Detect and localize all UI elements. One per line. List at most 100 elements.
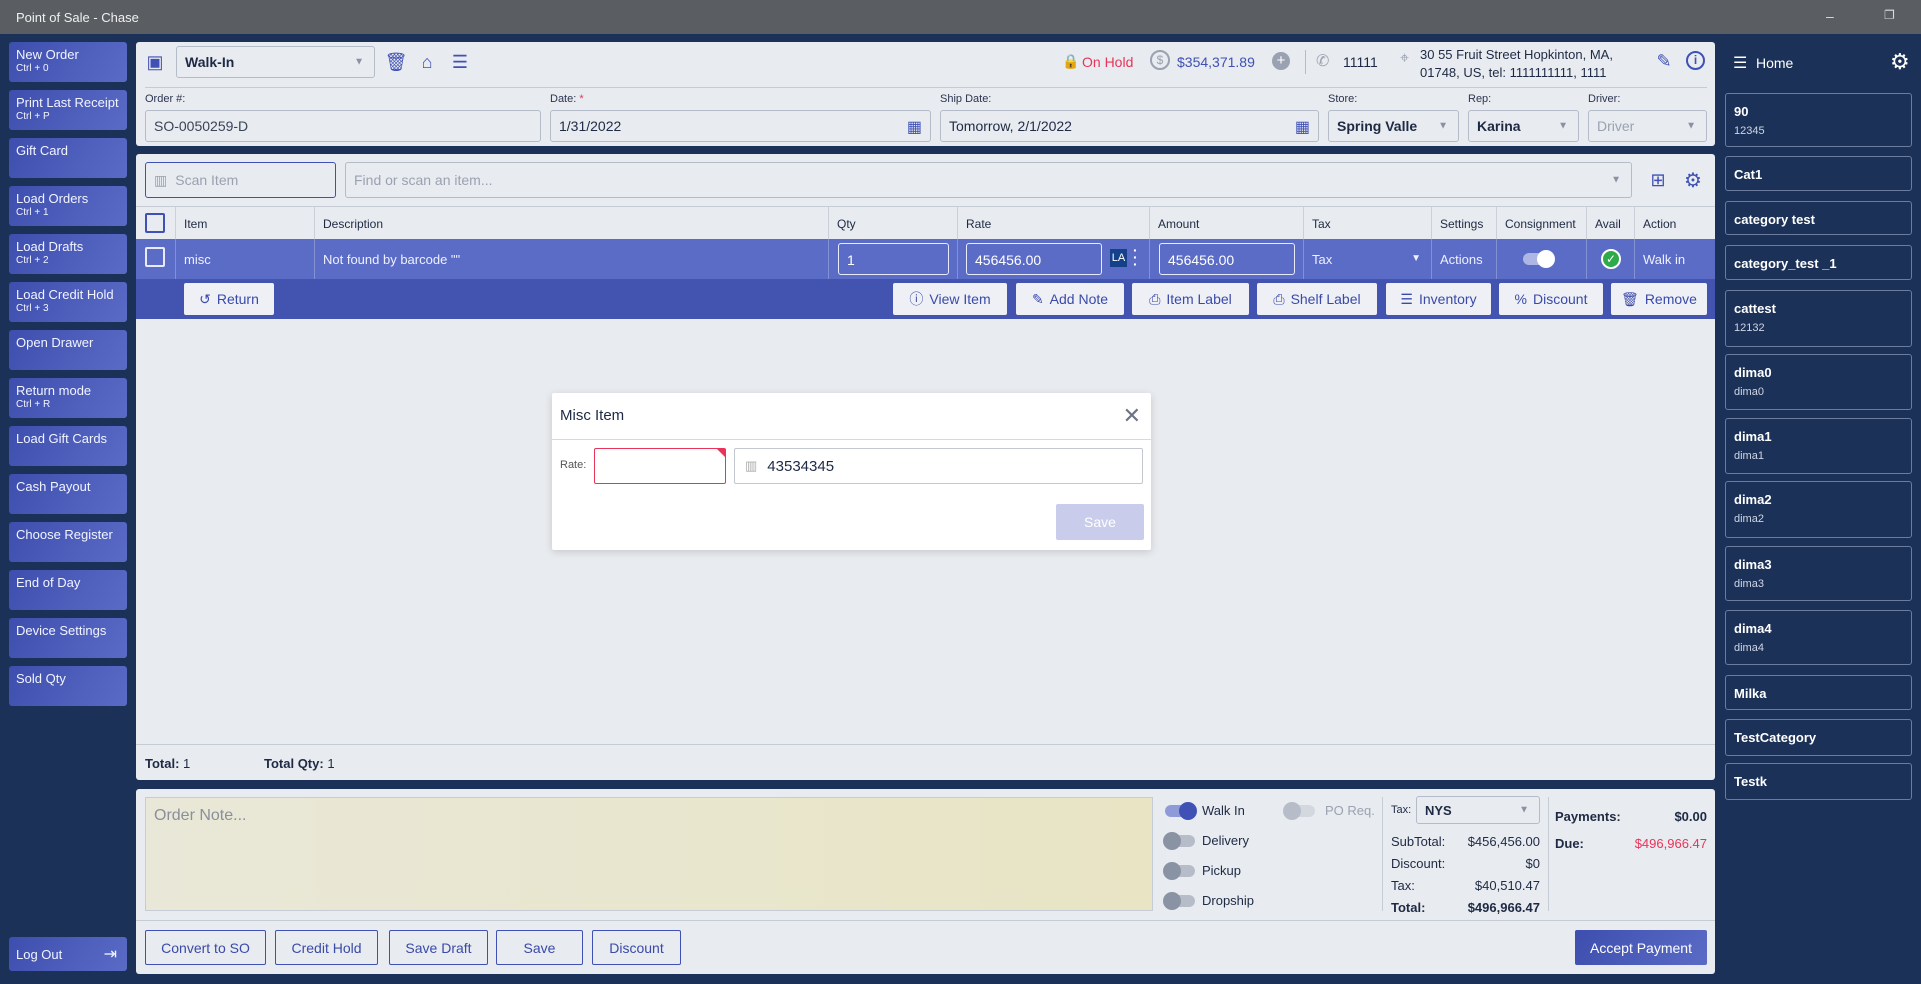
- scan-item-input[interactable]: ▥ Scan Item: [145, 162, 336, 198]
- return-button[interactable]: ↺ Return: [184, 283, 274, 315]
- accept-payment-button[interactable]: Accept Payment: [1575, 930, 1707, 965]
- hamburger-menu-icon[interactable]: ☰: [1733, 53, 1747, 73]
- nav-button-open-drawer[interactable]: Open Drawer: [9, 330, 127, 370]
- rate-input[interactable]: [594, 448, 726, 484]
- category-tile[interactable]: 90 12345: [1725, 93, 1912, 147]
- restore-button[interactable]: ❐: [1884, 8, 1895, 22]
- toggle-dropship[interactable]: [1163, 892, 1195, 910]
- customer-select[interactable]: Walk-In ▼: [176, 46, 375, 78]
- nav-button-return-mode[interactable]: Return mode Ctrl + R: [9, 378, 127, 418]
- save-draft-button[interactable]: Save Draft: [389, 930, 488, 965]
- checkbox[interactable]: [145, 213, 165, 233]
- column-header-item[interactable]: Item: [176, 207, 315, 239]
- category-tile[interactable]: dima2 dima2: [1725, 481, 1912, 538]
- find-item-input[interactable]: Find or scan an item... ▼: [345, 162, 1632, 198]
- dialog-save-button[interactable]: Save: [1056, 504, 1144, 540]
- order-number-field[interactable]: SO-0050259-D: [145, 110, 541, 142]
- toggle-walk-in[interactable]: [1165, 802, 1197, 820]
- nav-button-load-gift-cards[interactable]: Load Gift Cards: [9, 426, 127, 466]
- barcode-input[interactable]: ▥ 43534345: [734, 448, 1143, 484]
- tax-code-select[interactable]: NYS ▼: [1416, 796, 1540, 824]
- category-tile[interactable]: Testk: [1725, 763, 1912, 800]
- category-tile[interactable]: category_test _1: [1725, 245, 1912, 280]
- info-icon[interactable]: i: [1686, 51, 1705, 70]
- nav-button-choose-register[interactable]: Choose Register: [9, 522, 127, 562]
- nav-button-load-drafts[interactable]: Load Drafts Ctrl + 2: [9, 234, 127, 274]
- select-all-checkbox[interactable]: [136, 207, 176, 239]
- category-tile[interactable]: dima0 dima0: [1725, 354, 1912, 410]
- receipt-icon[interactable]: ☰: [449, 50, 471, 74]
- category-tile[interactable]: dima4 dima4: [1725, 610, 1912, 665]
- category-tile[interactable]: cattest 12132: [1725, 290, 1912, 347]
- add-item-copy-icon[interactable]: ⊞: [1646, 168, 1670, 192]
- column-header-qty[interactable]: Qty: [829, 207, 958, 239]
- settings-gear-icon[interactable]: ⚙: [1681, 168, 1705, 192]
- column-header-amount[interactable]: Amount: [1150, 207, 1304, 239]
- tag-icon[interactable]: ⌂: [416, 50, 438, 74]
- category-tile[interactable]: category test: [1725, 201, 1912, 235]
- column-header-consignment[interactable]: Consignment: [1497, 207, 1587, 239]
- nav-button-device-settings[interactable]: Device Settings: [9, 618, 127, 658]
- discount-row-button[interactable]: % Discount: [1499, 283, 1603, 315]
- driver-select[interactable]: Driver ▼: [1588, 110, 1707, 142]
- row-checkbox-cell[interactable]: [136, 239, 176, 279]
- trash-icon[interactable]: 🗑: [385, 50, 408, 74]
- shelf-label-button[interactable]: ⎙ Shelf Label: [1257, 283, 1377, 315]
- save-button[interactable]: Save: [496, 930, 583, 965]
- consignment-toggle[interactable]: [1523, 250, 1555, 268]
- rep-select[interactable]: Karina ▼: [1468, 110, 1579, 142]
- actions-menu[interactable]: Actions: [1432, 239, 1497, 279]
- more-vertical-icon[interactable]: · · ·: [1133, 243, 1138, 271]
- convert-to-so-button[interactable]: Convert to SO: [145, 930, 266, 965]
- calendar-icon[interactable]: ▦: [907, 117, 922, 137]
- po-req-toggle[interactable]: [1283, 802, 1315, 820]
- amount-input[interactable]: 456456.00: [1159, 243, 1295, 275]
- column-header-rate[interactable]: Rate: [958, 207, 1150, 239]
- nav-button-cash-payout[interactable]: Cash Payout: [9, 474, 127, 514]
- ship-date-field[interactable]: Tomorrow, 2/1/2022 ▦: [940, 110, 1319, 142]
- add-icon[interactable]: +: [1272, 52, 1290, 70]
- calendar-icon[interactable]: ▦: [1295, 117, 1310, 137]
- category-tile[interactable]: Cat1: [1725, 156, 1912, 191]
- item-label-button[interactable]: ⎙ Item Label: [1132, 283, 1249, 315]
- nav-button-gift-card[interactable]: Gift Card: [9, 138, 127, 178]
- category-tile[interactable]: Milka: [1725, 675, 1912, 710]
- row-checkbox[interactable]: [145, 247, 165, 267]
- column-header-action[interactable]: Action: [1635, 207, 1715, 239]
- order-note-textarea[interactable]: Order Note...: [145, 797, 1153, 911]
- column-header-settings[interactable]: Settings: [1432, 207, 1497, 239]
- column-header-tax[interactable]: Tax: [1304, 207, 1432, 239]
- store-select[interactable]: Spring Valle ▼: [1328, 110, 1459, 142]
- nav-button-load-orders[interactable]: Load Orders Ctrl + 1: [9, 186, 127, 226]
- view-item-button[interactable]: ⓘ View Item: [893, 283, 1007, 315]
- home-label[interactable]: Home: [1756, 55, 1793, 71]
- nav-button-end-of-day[interactable]: End of Day: [9, 570, 127, 610]
- toggle-pickup[interactable]: [1163, 862, 1195, 880]
- minimize-button[interactable]: –: [1826, 8, 1834, 24]
- category-tile[interactable]: dima1 dima1: [1725, 418, 1912, 474]
- nav-button-load-credit-hold[interactable]: Load Credit Hold Ctrl + 3: [9, 282, 127, 322]
- settings-gear-icon[interactable]: ⚙: [1890, 49, 1910, 75]
- credit-hold-button[interactable]: Credit Hold: [275, 930, 378, 965]
- remove-button[interactable]: 🗑 Remove: [1611, 283, 1707, 315]
- add-note-button[interactable]: ✎ Add Note: [1016, 283, 1124, 315]
- column-header-description[interactable]: Description: [315, 207, 829, 239]
- column-header-avail[interactable]: Avail: [1587, 207, 1635, 239]
- contact-icon[interactable]: ▣: [144, 50, 166, 74]
- inventory-button[interactable]: ☰ Inventory: [1386, 283, 1491, 315]
- qty-input[interactable]: 1: [838, 243, 949, 275]
- logout-button[interactable]: Log Out ⇥: [9, 937, 127, 971]
- toggle-delivery[interactable]: [1163, 832, 1195, 850]
- category-tile[interactable]: dima3 dima3: [1725, 546, 1912, 601]
- close-icon[interactable]: ✕: [1123, 403, 1141, 429]
- discount-button[interactable]: Discount: [592, 930, 681, 965]
- nav-button-new-order[interactable]: New Order Ctrl + 0: [9, 42, 127, 82]
- category-tile[interactable]: TestCategory: [1725, 719, 1912, 756]
- tax-select[interactable]: Tax ▼: [1304, 239, 1432, 279]
- edit-pencil-icon[interactable]: ✎: [1654, 50, 1674, 72]
- date-field[interactable]: 1/31/2022 ▦: [550, 110, 931, 142]
- nav-button-sold-qty[interactable]: Sold Qty: [9, 666, 127, 706]
- rate-badge[interactable]: LA: [1110, 249, 1127, 267]
- rate-input[interactable]: 456456.00: [966, 243, 1102, 275]
- nav-button-print-last-receipt[interactable]: Print Last Receipt Ctrl + P: [9, 90, 127, 130]
